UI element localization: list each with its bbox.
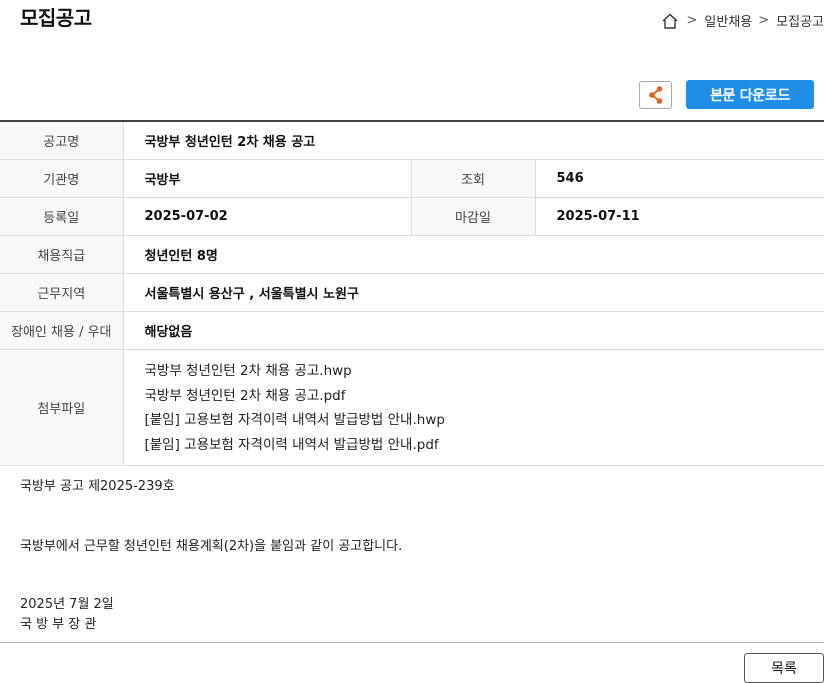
breadcrumb-item-recruitment[interactable]: 모집공고 — [776, 11, 824, 30]
breadcrumb: > 일반채용 > 모집공고 — [661, 11, 824, 30]
attachment-link[interactable]: 국방부 청년인턴 2차 채용 공고.pdf — [145, 384, 824, 409]
toolbar: 본문 다운로드 — [639, 80, 814, 109]
title-value: 국방부 청년인턴 2차 채용 공고 — [123, 121, 824, 160]
breadcrumb-separator: > — [758, 13, 770, 28]
breadcrumb-separator: > — [686, 13, 698, 28]
notice-content: 국방부에서 근무할 청년인턴 채용계획(2차)을 붙임과 같이 공고합니다. — [20, 539, 403, 554]
breadcrumb-item-general-hiring[interactable]: 일반채용 — [704, 11, 752, 30]
table-row: 등록일 2025-07-02 마감일 2025-07-11 — [0, 197, 824, 236]
share-button[interactable] — [639, 80, 672, 109]
location-value: 서울특별시 용산구 , 서울특별시 노원구 — [123, 273, 824, 312]
table-row: 채용직급 청년인턴 8명 — [0, 235, 824, 274]
position-value: 청년인턴 8명 — [123, 235, 824, 274]
views-value: 546 — [535, 159, 824, 198]
deadline-value: 2025-07-11 — [535, 197, 824, 236]
notice-body: 국방부 공고 제2025-239호 국방부에서 근무할 청년인턴 채용계획(2차… — [20, 477, 402, 635]
notice-number: 국방부 공고 제2025-239호 — [20, 479, 175, 494]
notice-date: 2025년 7월 2일 — [20, 597, 114, 612]
title-label: 공고명 — [0, 121, 124, 160]
reg-date-value: 2025-07-02 — [123, 197, 412, 236]
share-icon — [648, 85, 662, 104]
attachment-list: 국방부 청년인턴 2차 채용 공고.hwp 국방부 청년인턴 2차 채용 공고.… — [145, 350, 824, 465]
disability-label: 장애인 채용 / 우대 — [0, 311, 124, 350]
attachment-link[interactable]: 국방부 청년인턴 2차 채용 공고.hwp — [145, 359, 824, 384]
list-button[interactable]: 목록 — [744, 653, 824, 683]
attachments-cell: 국방부 청년인턴 2차 채용 공고.hwp 국방부 청년인턴 2차 채용 공고.… — [123, 349, 824, 466]
table-row: 근무지역 서울특별시 용산구 , 서울특별시 노원구 — [0, 273, 824, 312]
org-value: 국방부 — [123, 159, 412, 198]
notice-signer: 국 방 부 장 관 — [20, 617, 97, 632]
download-body-button[interactable]: 본문 다운로드 — [686, 80, 814, 109]
table-row: 장애인 채용 / 우대 해당없음 — [0, 311, 824, 350]
disability-value: 해당없음 — [123, 311, 824, 350]
location-label: 근무지역 — [0, 273, 124, 312]
divider — [0, 642, 824, 643]
table-row: 공고명 국방부 청년인턴 2차 채용 공고 — [0, 121, 824, 160]
views-label: 조회 — [411, 159, 536, 198]
table-row: 첨부파일 국방부 청년인턴 2차 채용 공고.hwp 국방부 청년인턴 2차 채… — [0, 349, 824, 466]
page-title: 모집공고 — [20, 6, 92, 30]
table-row: 기관명 국방부 조회 546 — [0, 159, 824, 198]
org-label: 기관명 — [0, 159, 124, 198]
reg-date-label: 등록일 — [0, 197, 124, 236]
home-icon[interactable] — [661, 12, 679, 30]
deadline-label: 마감일 — [411, 197, 536, 236]
attachments-label: 첨부파일 — [0, 349, 124, 466]
attachment-link[interactable]: [붙임] 고용보험 자격이력 내역서 발급방법 안내.pdf — [145, 433, 824, 458]
attachment-link[interactable]: [붙임] 고용보험 자격이력 내역서 발급방법 안내.hwp — [145, 408, 824, 433]
info-table: 공고명 국방부 청년인턴 2차 채용 공고 기관명 국방부 조회 546 등록일… — [0, 120, 824, 466]
position-label: 채용직급 — [0, 235, 124, 274]
